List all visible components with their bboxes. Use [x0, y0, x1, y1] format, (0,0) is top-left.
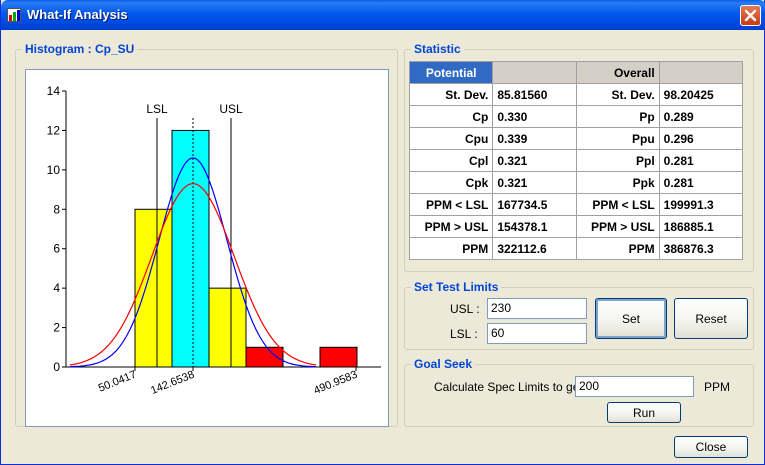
lsl-label: LSL — [146, 102, 168, 116]
goal-seek-prompt: Calculate Spec Limits to get — [434, 380, 583, 394]
statistic-group: Statistic Potential Overall St. Dev. 85.8… — [404, 42, 754, 272]
potential-label[interactable]: PPM < LSL — [408, 193, 494, 216]
y-tick-label: 6 — [53, 242, 60, 256]
y-tick-label: 0 — [53, 360, 60, 374]
statistic-row: PPM < LSL 167734.5 PPM < LSL 199991.3 — [408, 193, 744, 216]
potential-value[interactable]: 85.81560 — [492, 83, 577, 106]
set-test-limits-group: Set Test Limits USL : 230 LSL : 60 Set R… — [404, 280, 754, 350]
histogram-chart: 0 2 4 6 8 10 12 14 LSL USL 50.0417 142.6538 490.9583 — [25, 69, 389, 427]
potential-label[interactable]: Cpu — [408, 127, 494, 150]
histogram-svg: 0 2 4 6 8 10 12 14 LSL USL 50.0417 142.6538 490.9583 — [47, 84, 381, 397]
goal-unit-label: PPM — [704, 380, 731, 394]
potential-value[interactable]: 0.321 — [492, 171, 577, 194]
overall-label[interactable]: Ppk — [575, 171, 660, 194]
lsl-label: LSL : — [450, 327, 478, 341]
y-tick-label: 12 — [47, 123, 61, 137]
run-button[interactable]: Run — [607, 402, 681, 423]
goal-seek-title: Goal Seek — [411, 357, 476, 371]
title-bar: What-If Analysis — [1, 0, 765, 30]
app-icon — [7, 8, 21, 22]
y-tick-label: 10 — [47, 163, 61, 177]
overall-value[interactable]: 98.20425 — [658, 83, 744, 106]
overall-label[interactable]: PPM > USL — [575, 215, 660, 238]
x-tick-label: 490.9583 — [312, 369, 359, 397]
potential-label[interactable]: St. Dev. — [408, 83, 494, 106]
y-tick-label: 2 — [53, 321, 60, 335]
close-icon — [744, 9, 757, 22]
histogram-bar — [319, 346, 358, 368]
usl-label: USL : — [450, 302, 480, 316]
histogram-bar — [171, 129, 210, 368]
overall-label[interactable]: St. Dev. — [575, 83, 660, 106]
overall-header[interactable]: Overall — [575, 61, 660, 84]
potential-value[interactable]: 154378.1 — [492, 215, 577, 238]
statistic-row: Cpk 0.321 Ppk 0.281 — [408, 171, 744, 194]
potential-label[interactable]: PPM > USL — [408, 215, 494, 238]
statistic-row: St. Dev. 85.81560 St. Dev. 98.20425 — [408, 83, 744, 106]
x-tick-label: 142.6538 — [149, 369, 196, 397]
overall-value[interactable]: 0.281 — [658, 171, 744, 194]
x-tick-label: 50.0417 — [97, 369, 138, 395]
potential-header[interactable]: Potential — [408, 61, 494, 84]
overall-label[interactable]: Pp — [575, 105, 660, 128]
potential-label[interactable]: Cpl — [408, 149, 494, 172]
reset-button[interactable]: Reset — [674, 298, 748, 339]
statistic-header-row: Potential Overall — [408, 61, 744, 84]
overall-value[interactable]: 0.296 — [658, 127, 744, 150]
potential-value[interactable]: 167734.5 — [492, 193, 577, 216]
overall-value[interactable]: 0.289 — [658, 105, 744, 128]
close-button[interactable]: Close — [674, 436, 748, 458]
window-title: What-If Analysis — [27, 7, 128, 22]
statistic-group-title: Statistic — [411, 42, 464, 56]
statistic-row: Cp 0.330 Pp 0.289 — [408, 105, 744, 128]
overall-label[interactable]: PPM < LSL — [575, 193, 660, 216]
close-window-button[interactable] — [740, 5, 761, 26]
potential-label[interactable]: PPM — [408, 237, 494, 260]
potential-value-header[interactable] — [492, 61, 577, 84]
overall-label[interactable]: PPM — [575, 237, 660, 260]
histogram-bar — [134, 208, 173, 368]
set-button[interactable]: Set — [595, 298, 667, 339]
overall-value-header[interactable] — [658, 61, 744, 84]
potential-value[interactable]: 322112.6 — [492, 237, 577, 260]
what-if-analysis-window: What-If Analysis Histogram : Cp_SU 0 2 4 6 8… — [0, 0, 765, 465]
statistic-row: PPM 322112.6 PPM 386876.3 — [408, 237, 744, 260]
overall-value[interactable]: 0.281 — [658, 149, 744, 172]
lsl-input[interactable]: 60 — [487, 323, 587, 344]
potential-value[interactable]: 0.321 — [492, 149, 577, 172]
y-tick-label: 4 — [53, 281, 60, 295]
statistic-row: PPM > USL 154378.1 PPM > USL 186885.1 — [408, 215, 744, 238]
goal-ppm-input[interactable]: 200 — [575, 376, 694, 397]
overall-value[interactable]: 186885.1 — [658, 215, 744, 238]
potential-label[interactable]: Cp — [408, 105, 494, 128]
statistic-row: Cpu 0.339 Ppu 0.296 — [408, 127, 744, 150]
statistic-row: Cpl 0.321 Ppl 0.281 — [408, 149, 744, 172]
potential-label[interactable]: Cpk — [408, 171, 494, 194]
usl-label: USL — [219, 102, 243, 116]
overall-label[interactable]: Ppl — [575, 149, 660, 172]
overall-value[interactable]: 386876.3 — [658, 237, 744, 260]
potential-value[interactable]: 0.330 — [492, 105, 577, 128]
y-tick-label: 14 — [47, 84, 61, 98]
overall-label[interactable]: Ppu — [575, 127, 660, 150]
overall-value[interactable]: 199991.3 — [658, 193, 744, 216]
statistic-table: Potential Overall St. Dev. 85.81560 St. De… — [408, 61, 744, 260]
y-tick-label: 8 — [53, 202, 60, 216]
histogram-bar — [208, 287, 247, 368]
histogram-group: Histogram : Cp_SU 0 2 4 6 8 10 12 14 LSL USL 50.04… — [15, 42, 398, 427]
goal-seek-group: Goal Seek Calculate Spec Limits to get 2… — [404, 357, 754, 427]
usl-input[interactable]: 230 — [487, 298, 587, 319]
potential-value[interactable]: 0.339 — [492, 127, 577, 150]
histogram-group-title: Histogram : Cp_SU — [22, 42, 138, 56]
set-test-limits-title: Set Test Limits — [411, 280, 502, 294]
